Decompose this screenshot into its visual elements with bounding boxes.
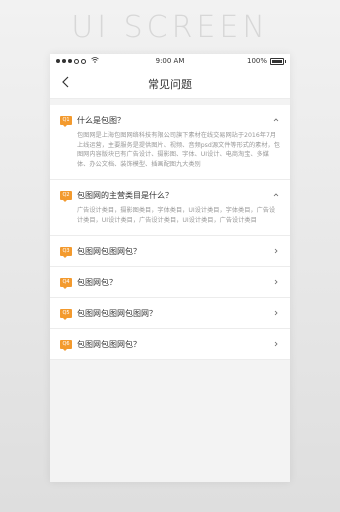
question-badge: Q6 — [60, 339, 72, 351]
faq-header-q6[interactable]: Q6 包图网包图网包？ — [50, 329, 290, 359]
chevron-right-icon[interactable] — [272, 340, 280, 348]
faq-header-q4[interactable]: Q4 包图网包？ — [50, 267, 290, 297]
question-text: 包图网包图网包？ — [77, 246, 141, 256]
page-title: 常见问题 — [148, 78, 192, 91]
question-badge: Q4 — [60, 277, 72, 289]
question-badge: Q2 — [60, 190, 72, 202]
faq-item-q2: Q2 包图网的主营类目是什么？ 广告设计类目，摄影图类目，字体类目，UI设计类目… — [50, 180, 290, 236]
question-text: 包图网包？ — [77, 277, 117, 287]
question-text: 包图网的主营类目是什么？ — [77, 190, 173, 200]
faq-list: Q1 什么是包图？ 包图网是上海包图网络科技有限公司旗下素材在线交易网站于201… — [50, 105, 290, 360]
answer-text: 包图网是上海包图网络科技有限公司旗下素材在线交易网站于2016年7月上线运营，主… — [77, 132, 280, 168]
nav-bar: 常见问题 — [50, 68, 290, 99]
battery-icon — [270, 57, 286, 65]
status-bar: 9:00 AM 100% — [50, 54, 290, 68]
brand-title: UI SCREEN — [71, 10, 269, 45]
question-badge: Q5 — [60, 308, 72, 320]
answer-text: 广告设计类目，摄影图类目，字体类目，UI设计类目，字体类目，广告设计类目，UI设… — [77, 207, 276, 224]
faq-header-q5[interactable]: Q5 包图网包图网包图网？ — [50, 298, 290, 328]
faq-item-q6: Q6 包图网包图网包？ — [50, 329, 290, 360]
faq-header-q2[interactable]: Q2 包图网的主营类目是什么？ — [50, 180, 290, 210]
question-text: 什么是包图？ — [77, 115, 125, 125]
battery-percent: 100% — [246, 57, 267, 65]
battery-status: 100% — [246, 57, 286, 65]
phone-screen: 9:00 AM 100% 常见问题 Q1 什么是包图？ 包图网是上海包图网络科技… — [50, 54, 290, 482]
chevron-up-icon[interactable] — [272, 116, 280, 124]
faq-item-q5: Q5 包图网包图网包图网？ — [50, 298, 290, 329]
faq-header-q1[interactable]: Q1 什么是包图？ — [50, 105, 290, 135]
chevron-up-icon[interactable] — [272, 191, 280, 199]
faq-header-q3[interactable]: Q3 包图网包图网包？ — [50, 236, 290, 266]
question-text: 包图网包图网包？ — [77, 339, 141, 349]
chevron-right-icon[interactable] — [272, 247, 280, 255]
question-badge: Q3 — [60, 246, 72, 258]
faq-item-q1: Q1 什么是包图？ 包图网是上海包图网络科技有限公司旗下素材在线交易网站于201… — [50, 105, 290, 180]
faq-item-q4: Q4 包图网包？ — [50, 267, 290, 298]
question-text: 包图网包图网包图网？ — [77, 308, 157, 318]
faq-item-q3: Q3 包图网包图网包？ — [50, 236, 290, 267]
question-badge: Q1 — [60, 115, 72, 127]
chevron-right-icon[interactable] — [272, 278, 280, 286]
chevron-right-icon[interactable] — [272, 309, 280, 317]
